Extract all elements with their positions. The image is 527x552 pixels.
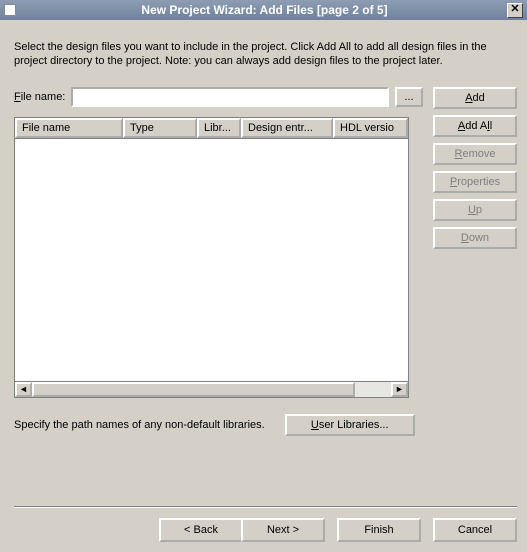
libraries-note: Specify the path names of any non-defaul… — [14, 419, 265, 431]
file-table: File name Type Libr... Design entr... HD… — [14, 117, 409, 398]
scroll-thumb[interactable] — [32, 382, 355, 397]
scroll-track[interactable] — [32, 382, 391, 397]
window-body: Select the design files you want to incl… — [0, 20, 527, 552]
filename-input[interactable] — [71, 87, 389, 107]
back-button[interactable]: < Back — [159, 518, 243, 542]
close-button[interactable]: ✕ — [507, 3, 523, 18]
col-design-entry[interactable]: Design entr... — [241, 118, 333, 138]
table-header: File name Type Libr... Design entr... HD… — [14, 117, 409, 139]
browse-button[interactable]: ... — [395, 87, 423, 107]
add-all-button[interactable]: Add All — [433, 115, 517, 137]
system-icon — [4, 4, 16, 16]
col-library[interactable]: Libr... — [197, 118, 241, 138]
col-file-name[interactable]: File name — [15, 118, 123, 138]
finish-button[interactable]: Finish — [337, 518, 421, 542]
user-libraries-button[interactable]: User Libraries... — [285, 414, 415, 436]
cancel-button[interactable]: Cancel — [433, 518, 517, 542]
scroll-left-button[interactable]: ◄ — [15, 382, 32, 397]
remove-button: Remove — [433, 143, 517, 165]
separator — [14, 506, 517, 508]
properties-button: Properties — [433, 171, 517, 193]
col-hdl-version[interactable]: HDL versio — [333, 118, 408, 138]
description-text: Select the design files you want to incl… — [14, 40, 504, 69]
window-title: New Project Wizard: Add Files [page 2 of… — [22, 3, 507, 17]
nav-buttons: < Back Next > Finish Cancel — [14, 518, 517, 542]
title-bar: New Project Wizard: Add Files [page 2 of… — [0, 0, 527, 20]
horizontal-scrollbar[interactable]: ◄ ► — [14, 381, 409, 398]
down-button: Down — [433, 227, 517, 249]
next-button[interactable]: Next > — [241, 518, 325, 542]
scroll-right-button[interactable]: ► — [391, 382, 408, 397]
col-type[interactable]: Type — [123, 118, 197, 138]
table-body[interactable] — [14, 139, 409, 381]
add-button[interactable]: Add — [433, 87, 517, 109]
up-button: Up — [433, 199, 517, 221]
filename-label: File name: — [14, 91, 65, 103]
